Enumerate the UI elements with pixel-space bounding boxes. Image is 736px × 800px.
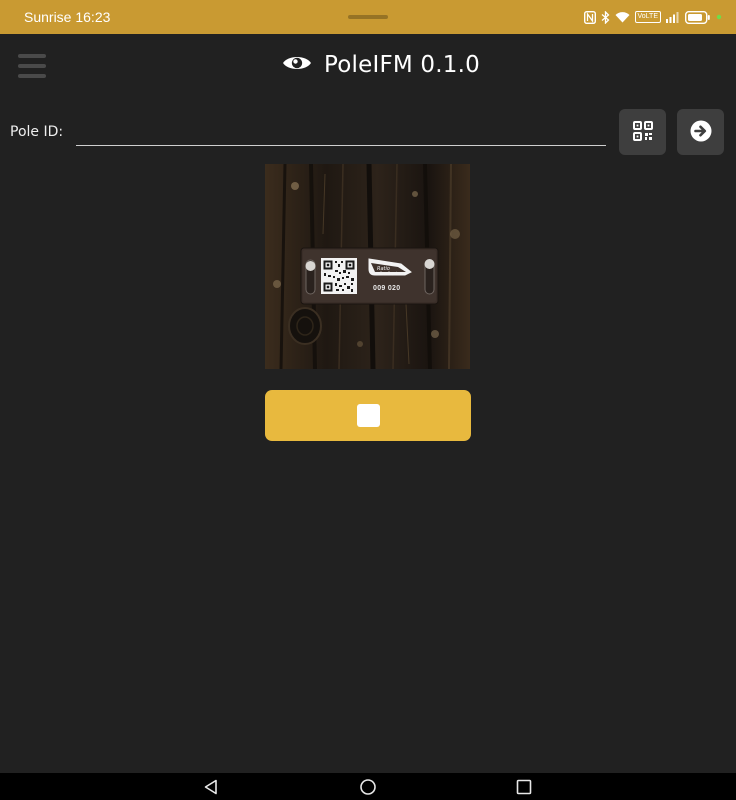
status-bar: Sunrise 16:23 VoLTE xyxy=(0,0,736,34)
app-title-group: PoleIFM 0.1.0 xyxy=(282,52,480,78)
home-circle-icon[interactable] xyxy=(360,779,376,795)
pole-tag-photo: Ratio 009 020 xyxy=(265,164,470,369)
menu-line xyxy=(18,54,46,58)
go-button[interactable] xyxy=(677,109,724,155)
pole-id-label: Pole ID: xyxy=(10,124,64,140)
wifi-icon xyxy=(615,11,630,23)
stop-button[interactable] xyxy=(265,390,471,441)
hamburger-menu-icon[interactable] xyxy=(18,54,46,78)
battery-icon xyxy=(685,10,711,24)
app-screen: Sunrise 16:23 VoLTE PoleIFM 0.1.0 Pole I… xyxy=(0,0,736,800)
app-title: PoleIFM 0.1.0 xyxy=(324,52,480,78)
nfc-icon xyxy=(583,10,596,24)
bluetooth-icon xyxy=(601,10,610,24)
back-triangle-icon[interactable] xyxy=(203,779,219,795)
qr-scan-button[interactable] xyxy=(619,109,666,155)
status-icons: VoLTE xyxy=(583,10,723,24)
pole-id-input[interactable] xyxy=(76,114,606,146)
system-nav-bar xyxy=(0,773,736,800)
pole-tag-number: 009 020 xyxy=(373,285,401,292)
eye-icon xyxy=(282,53,312,77)
stop-icon xyxy=(356,404,380,427)
recents-square-icon[interactable] xyxy=(516,779,532,795)
app-header: PoleIFM 0.1.0 xyxy=(0,34,736,100)
status-carrier-time: Sunrise 16:23 xyxy=(24,9,111,25)
volte-icon: VoLTE xyxy=(634,11,661,23)
menu-line xyxy=(18,74,46,78)
svg-text:Ratio: Ratio xyxy=(377,266,390,272)
qr-code-scan-icon xyxy=(632,120,653,144)
notification-dot-icon xyxy=(716,14,722,20)
signal-icon xyxy=(666,11,680,23)
menu-line xyxy=(18,64,46,68)
arrow-right-circle-icon xyxy=(690,120,712,145)
status-bar-drag-handle[interactable] xyxy=(348,15,388,19)
